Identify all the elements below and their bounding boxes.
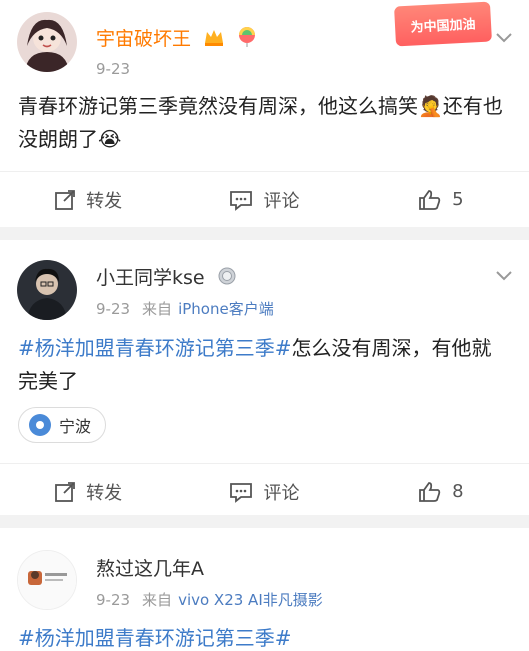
post-device[interactable]: vivo X23 AI非凡摄影 <box>178 591 323 609</box>
post-source: 来自 <box>142 591 173 609</box>
post-content: #杨洋加盟青春环游记第三季#怎么没有周深，有他就完美了 <box>18 332 511 398</box>
repost-label: 转发 <box>86 190 123 212</box>
repost-button[interactable]: 转发 <box>0 479 176 505</box>
avatar[interactable] <box>17 12 77 72</box>
chevron-down-icon[interactable] <box>495 268 513 282</box>
rainbow-balloon-icon <box>237 26 257 53</box>
location-label: 宁波 <box>59 417 92 436</box>
medal-icon <box>217 266 237 291</box>
post-source: 来自 <box>142 300 173 318</box>
post-card: 熬过这几年A 9-23 来自 vivo X23 AI非凡摄影 #杨洋加盟青春环游记第… <box>0 528 529 651</box>
comment-button[interactable]: 评论 <box>176 479 352 505</box>
repost-icon <box>55 481 76 502</box>
post-date: 9-23 <box>96 300 131 318</box>
vip-crown-icon <box>203 27 225 52</box>
location-tag[interactable]: 宁波 <box>18 407 107 443</box>
action-bar: 转发 评论 5 <box>0 171 529 227</box>
avatar[interactable] <box>17 550 77 610</box>
repost-label: 转发 <box>86 482 123 504</box>
username[interactable]: 宇宙破坏王 <box>96 24 257 53</box>
repost-button[interactable]: 转发 <box>0 187 176 213</box>
topic-link[interactable]: #杨洋加盟青春环游记第三季# <box>18 336 292 360</box>
like-icon <box>419 481 441 502</box>
post-meta: 9-23 来自 iPhone客户端 <box>96 298 274 319</box>
post-device[interactable]: iPhone客户端 <box>178 300 274 318</box>
username[interactable]: 熬过这几年A <box>96 554 204 581</box>
post-card: 小王同学kse 9-23 来自 iPhone客户端 #杨洋加盟青春环游记第三季#怎么… <box>0 240 529 515</box>
comment-icon <box>230 190 253 211</box>
chevron-down-icon[interactable] <box>495 30 513 44</box>
comment-button[interactable]: 评论 <box>176 187 352 213</box>
post-meta: 9-23 来自 vivo X23 AI非凡摄影 <box>96 589 323 610</box>
repost-icon <box>55 189 76 210</box>
avatar[interactable] <box>17 260 77 320</box>
topic-link[interactable]: #杨洋加盟青春环游记第三季# <box>18 626 292 650</box>
comment-label: 评论 <box>263 190 300 212</box>
post-card: 宇宙破坏王 9-23 为中国加油 青春环游记第三季竟然没有周深，他这么搞笑🤦还有… <box>0 0 529 227</box>
like-icon <box>419 189 441 210</box>
post-meta: 9-23 <box>96 60 130 78</box>
support-stamp: 为中国加油 <box>394 1 492 47</box>
post-content: #杨洋加盟青春环游记第三季# <box>18 622 511 651</box>
like-count: 8 <box>452 481 464 502</box>
like-count: 5 <box>452 189 464 210</box>
comment-icon <box>230 482 253 503</box>
like-button[interactable]: 5 <box>353 189 529 211</box>
location-icon <box>29 414 51 436</box>
post-date: 9-23 <box>96 591 131 609</box>
post-content: 青春环游记第三季竟然没有周深，他这么搞笑🤦还有也没朗朗了😭 <box>18 94 503 151</box>
post-date: 9-23 <box>96 60 131 78</box>
like-button[interactable]: 8 <box>353 481 529 503</box>
username[interactable]: 小王同学kse <box>96 263 237 291</box>
comment-label: 评论 <box>263 482 300 504</box>
action-bar: 转发 评论 8 <box>0 463 529 519</box>
